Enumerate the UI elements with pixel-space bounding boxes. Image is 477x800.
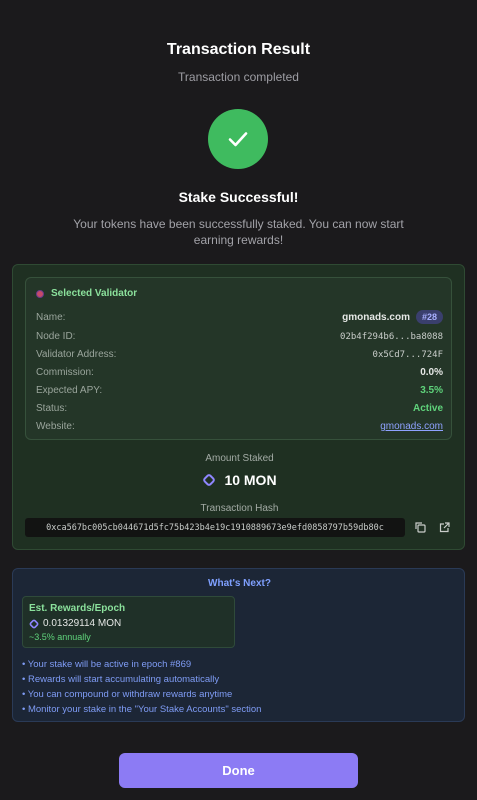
rewards-annual: ~3.5% annually <box>29 632 91 642</box>
node-id-label: Node ID: <box>36 331 76 342</box>
mon-token-icon <box>29 619 39 629</box>
transaction-hash-field[interactable]: 0xca567bc005cb044671d5fc75b423b4e19c1910… <box>25 518 405 537</box>
validator-row-status: Status: Active <box>36 403 443 414</box>
validator-row-apy: Expected APY: 3.5% <box>36 385 443 396</box>
validator-row-node: Node ID: 02b4f294b6...ba8088 <box>36 331 443 342</box>
rewards-estimate-card: Est. Rewards/Epoch 0.01329114 MON ~3.5% … <box>22 596 235 648</box>
success-title: Stake Successful! <box>178 189 299 205</box>
validator-row-commission: Commission: 0.0% <box>36 367 443 378</box>
website-link[interactable]: gmonads.com <box>380 421 443 432</box>
list-item: Your stake will be active in epoch #869 <box>22 657 261 672</box>
status-label: Status: <box>36 403 68 414</box>
done-button[interactable]: Done <box>119 753 358 788</box>
node-id-value: 02b4f294b6...ba8088 <box>340 331 443 342</box>
rewards-value: 0.01329114 MON <box>43 618 122 629</box>
list-item: Monitor your stake in the "Your Stake Ac… <box>22 702 261 717</box>
external-link-icon[interactable] <box>437 520 451 534</box>
rewards-title: Est. Rewards/Epoch <box>29 603 126 614</box>
commission-value: 0.0% <box>420 367 443 378</box>
whats-next-title: What's Next? <box>208 578 271 589</box>
copy-icon[interactable] <box>413 520 427 534</box>
validator-heading: Selected Validator <box>36 288 137 299</box>
validator-row-website: Website: gmonads.com <box>36 421 443 432</box>
checkmark-icon <box>228 132 248 147</box>
validator-rank-badge: #28 <box>415 310 443 324</box>
list-item: You can compound or withdraw rewards any… <box>22 687 261 702</box>
name-value-group: gmonads.com #28 <box>342 310 443 324</box>
apy-label: Expected APY: <box>36 385 103 396</box>
transaction-hash-label: Transaction Hash <box>200 503 279 514</box>
validator-heading-label: Selected Validator <box>51 288 138 299</box>
success-badge <box>208 109 268 169</box>
whats-next-panel: What's Next? Est. Rewards/Epoch 0.013291… <box>12 568 465 722</box>
validator-card: Selected Validator Name: gmonads.com #28… <box>25 277 452 440</box>
success-message: Your tokens have been successfully stake… <box>73 217 404 247</box>
mon-token-icon <box>202 473 216 487</box>
name-label: Name: <box>36 311 66 323</box>
validator-name: gmonads.com <box>342 311 410 323</box>
page-subtitle: Transaction completed <box>178 70 299 84</box>
stake-summary-panel: Selected Validator Name: gmonads.com #28… <box>12 264 465 550</box>
page-title: Transaction Result <box>166 41 311 58</box>
next-steps-list: Your stake will be active in epoch #869 … <box>22 657 262 717</box>
amount-staked: 10 MON <box>13 472 466 488</box>
rewards-value-row: 0.01329114 MON <box>29 618 121 629</box>
validator-avatar-icon <box>36 289 44 298</box>
list-item: Rewards will start accumulating automati… <box>22 672 261 687</box>
apy-value: 3.5% <box>420 385 443 396</box>
amount-staked-label: Amount Staked <box>205 453 274 464</box>
website-label: Website: <box>36 421 75 432</box>
commission-label: Commission: <box>36 367 94 378</box>
status-badge: Active <box>412 403 443 414</box>
transaction-hash-value: 0xca567bc005cb044671d5fc75b423b4e19c1910… <box>46 522 384 533</box>
validator-row-name: Name: gmonads.com #28 <box>36 310 443 324</box>
validator-address-value: 0x5Cd7...724F <box>372 349 443 360</box>
validator-address-label: Validator Address: <box>36 349 117 360</box>
validator-row-address: Validator Address: 0x5Cd7...724F <box>36 349 443 360</box>
amount-staked-value: 10 MON <box>224 472 277 488</box>
